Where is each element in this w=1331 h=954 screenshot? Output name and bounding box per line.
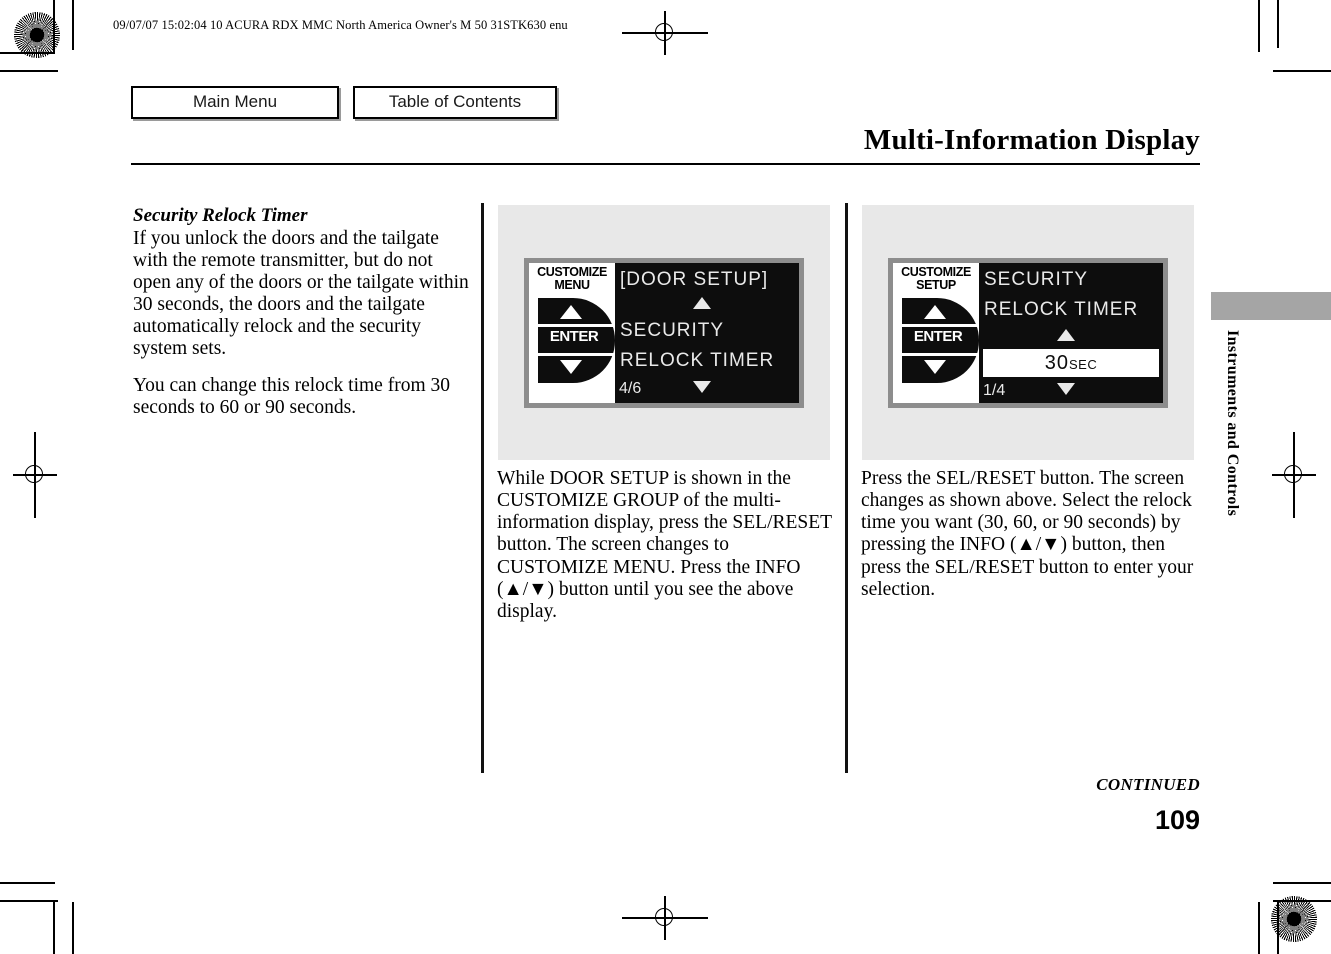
mid-display-screenshot-2: CUSTOMIZE SETUP ENTER SECURITY RELOCK TI… — [888, 258, 1168, 408]
mid-display-screenshot-1: CUSTOMIZE MENU ENTER [DOOR SETUP] SECURI… — [524, 258, 804, 408]
crop-mark-top-left-v2 — [72, 0, 74, 50]
figure-2-button-cluster: ENTER — [902, 298, 979, 383]
figure-2-down-button-icon — [924, 360, 946, 374]
registration-cross-top-center — [622, 11, 708, 55]
continued-label: CONTINUED — [1096, 775, 1200, 794]
crop-mark-bottom-left-h2 — [0, 900, 58, 902]
figure-2-screen-line-1: SECURITY — [984, 269, 1089, 290]
crop-mark-bottom-right-h2 — [1273, 900, 1331, 902]
figure-2-scroll-up-icon — [1057, 329, 1075, 341]
figure-2-screen: SECURITY RELOCK TIMER 30SEC 1/4 — [979, 263, 1163, 403]
figure-1-screen-line-2: SECURITY — [620, 320, 725, 341]
navigation-bar: Main Menu Table of Contents — [131, 86, 557, 119]
title-rule — [131, 163, 1200, 165]
left-column: Security Relock Timer If you unlock the … — [133, 205, 473, 419]
registration-cross-left-middle — [13, 432, 57, 518]
crop-mark-bottom-left-h — [0, 882, 55, 884]
figure-1-scroll-up-icon — [693, 297, 711, 309]
crop-mark-bottom-right-v — [1277, 902, 1279, 954]
column-divider-2 — [845, 203, 848, 773]
crop-mark-bottom-right-h — [1273, 882, 1331, 884]
section-tab-label: Instruments and Controls — [1224, 330, 1241, 517]
crop-mark-top-right-2 — [1277, 0, 1279, 48]
crop-mark-bottom-right-v2 — [1258, 902, 1260, 954]
section-heading: Security Relock Timer — [133, 205, 308, 226]
registration-cross-right-middle — [1272, 432, 1316, 518]
figure-2-mode-label-line2: SETUP — [916, 277, 956, 292]
crop-mark-bottom-left-v2 — [72, 902, 74, 954]
figure-1-screen-line-3: RELOCK TIMER — [620, 350, 775, 371]
figure-1-button-cluster: ENTER — [538, 298, 615, 383]
crop-mark-top-left-h2 — [0, 70, 58, 72]
figure-1-up-button-icon — [560, 305, 582, 319]
figure-1-caption: While DOOR SETUP is shown in the CUSTOMI… — [497, 468, 832, 622]
figure-2-screen-line-2: RELOCK TIMER — [984, 299, 1139, 320]
page-number: 109 — [1154, 805, 1200, 835]
registration-cross-bottom-center — [622, 896, 708, 940]
print-slug: 09/07/07 15:02:04 10 ACURA RDX MMC North… — [113, 18, 568, 32]
section-tab-bar — [1211, 292, 1331, 320]
figure-2-scroll-down-icon — [1057, 383, 1075, 395]
figure-1-screen-line-1: [DOOR SETUP] — [620, 269, 769, 290]
figure-1-page-indicator: 4/6 — [619, 380, 642, 397]
figure-2-up-button-icon — [924, 305, 946, 319]
figure-1-mode-label-line2: MENU — [554, 277, 590, 292]
crop-mark-top-right — [1258, 0, 1260, 52]
figure-2-mode-label-line1: CUSTOMIZE — [901, 265, 971, 279]
crop-mark-top-left-v — [53, 0, 55, 52]
figure-panel-1: CUSTOMIZE MENU ENTER [DOOR SETUP] SECURI… — [498, 205, 830, 460]
figure-1-screen: [DOOR SETUP] SECURITY RELOCK TIMER 4/6 — [615, 263, 799, 403]
figure-panel-2: CUSTOMIZE SETUP ENTER SECURITY RELOCK TI… — [862, 205, 1194, 460]
page-title: Multi-Information Display — [863, 124, 1200, 156]
body-paragraph-2: You can change this relock time from 30 … — [133, 374, 450, 418]
figure-2-unit: SEC — [1069, 357, 1098, 372]
figure-2-caption: Press the SEL/RESET button. The screen c… — [861, 468, 1194, 600]
figure-1-mode-label-line1: CUSTOMIZE — [537, 265, 607, 279]
column-divider-1 — [481, 203, 484, 773]
main-menu-button[interactable]: Main Menu — [131, 86, 339, 119]
body-paragraph-1: If you unlock the doors and the tailgate… — [133, 227, 469, 360]
figure-2-selected-value: 30SEC — [983, 349, 1159, 377]
figure-2-left-panel: CUSTOMIZE SETUP ENTER — [893, 263, 979, 403]
figure-2-enter-button-label: ENTER — [913, 328, 963, 345]
figure-1-enter-button-label: ENTER — [549, 328, 599, 345]
table-of-contents-button[interactable]: Table of Contents — [353, 86, 557, 119]
crop-mark-top-left-h — [0, 52, 55, 54]
figure-2-value: 30 — [1044, 352, 1069, 374]
figure-1-left-panel: CUSTOMIZE MENU ENTER — [529, 263, 615, 403]
figure-1-scroll-down-icon — [693, 381, 711, 393]
figure-1-down-button-icon — [560, 360, 582, 374]
figure-2-page-indicator: 1/4 — [983, 382, 1006, 399]
crop-mark-bottom-left-v — [53, 902, 55, 954]
crop-mark-top-right-h — [1273, 70, 1331, 72]
